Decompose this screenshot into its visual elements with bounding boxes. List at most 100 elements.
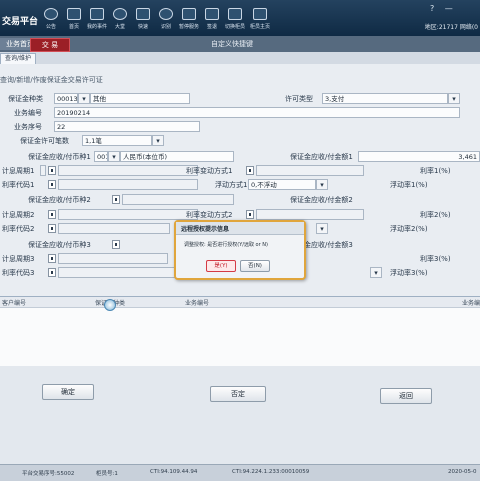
rate-code1-field[interactable] — [58, 179, 198, 190]
float-mode2-dropdown[interactable]: ▾ — [316, 223, 328, 234]
building-icon — [113, 8, 127, 20]
status-teller: 柜员号:1 — [96, 471, 118, 477]
rate2-label: 利率2(%) — [420, 211, 451, 219]
float-mode1-select[interactable]: 0,不浮动 — [248, 179, 316, 190]
grid-header-business-no-2[interactable]: 业务编 — [462, 298, 480, 307]
toolbar-notice-button[interactable]: 公告 — [40, 8, 62, 32]
deposit-type-code-field[interactable]: 00013 — [54, 93, 78, 104]
minimize-icon[interactable]: — — [445, 4, 453, 13]
float-mode1-dropdown[interactable]: ▾ — [316, 179, 328, 190]
business-no-label: 业务编号 — [14, 109, 42, 117]
grid-header-business-no[interactable]: 业务编号 — [185, 298, 209, 307]
logout-icon — [205, 8, 219, 20]
house-icon — [253, 8, 267, 20]
toolbar-home-button[interactable]: 首页 — [63, 8, 85, 32]
status-cti-2: CTI:94.224.1.233:00010059 — [232, 469, 310, 475]
dialog-message: 调整授权: 是否进行授权(Y/远取 or N) — [184, 242, 268, 248]
permit-count-select[interactable]: 1,1笔 — [82, 135, 152, 146]
permit-type-select[interactable]: 3,支付 — [322, 93, 448, 104]
rate-code2-label: 利率代码2 — [2, 225, 35, 233]
amount2-label: 保证金应收/付金额2 — [290, 196, 353, 204]
toolbar-switch-teller-button[interactable]: 切换柜员 — [224, 8, 246, 32]
toolbar-pause-button[interactable]: 暂停服务 — [178, 8, 200, 32]
dialog-no-button[interactable]: 否(N) — [240, 260, 270, 272]
currency1-label: 保证金应收/付币种1 — [28, 153, 91, 161]
float-rate3-label: 浮动率3(%) — [390, 269, 428, 277]
rate-change1-picker[interactable] — [246, 166, 254, 175]
tab-query-maintain[interactable]: 查询/维护 — [0, 53, 37, 64]
lightning-icon — [136, 8, 150, 20]
period3-picker[interactable] — [48, 254, 56, 263]
period1-label: 计息周期1 — [2, 167, 35, 175]
result-grid[interactable]: 客户编号 保证金种类 业务编号 业务编 — [0, 296, 480, 367]
form-title: 查询/新增/作废保证金交易许可证 — [0, 76, 103, 84]
period2-field[interactable] — [58, 209, 198, 220]
toolbar-events-button[interactable]: 我的事件 — [86, 8, 108, 32]
megaphone-icon — [44, 8, 58, 20]
back-button[interactable]: 返回 — [380, 388, 432, 404]
home-icon — [67, 8, 81, 20]
dialog-yes-button[interactable]: 是(Y) — [206, 260, 236, 272]
rate-code1-label: 利率代码1 — [2, 181, 35, 189]
main-tab-bar: 业务首页 交 易 自定义快捷键 — [0, 36, 480, 52]
rate-code1-picker[interactable] — [48, 180, 56, 189]
currency2-label: 保证金应收/付币种2 — [28, 196, 91, 204]
pause-icon — [182, 8, 196, 20]
currency2-field[interactable] — [122, 194, 234, 205]
permit-count-label: 保证金许可笔数 — [20, 137, 69, 145]
deny-button[interactable]: 否定 — [210, 386, 266, 402]
tab-shortcut[interactable]: 自定义快捷键 — [205, 38, 259, 50]
amount1-field[interactable]: 3,461 — [358, 151, 480, 162]
status-platform-seq: 平台交易序号:55002 — [22, 471, 75, 477]
window-controls: ? — — [430, 4, 461, 13]
deposit-type-name-field[interactable]: 其他 — [90, 93, 190, 104]
rate-change2-label: 利率变动方式2 — [186, 211, 233, 219]
rate-change1-field[interactable] — [256, 165, 364, 176]
toolbar-lobby-button[interactable]: 大堂 — [109, 8, 131, 32]
period2-label: 计息周期2 — [2, 211, 35, 219]
float-mode3-dropdown[interactable]: ▾ — [370, 267, 382, 278]
status-bar: 平台交易序号:55002 柜员号:1 CTI:94.109.44.94 CTI:… — [0, 464, 480, 481]
confirm-button[interactable]: 确定 — [42, 384, 94, 400]
toolbar-signout-button[interactable]: 签退 — [201, 8, 223, 32]
permit-type-dropdown[interactable]: ▾ — [448, 93, 460, 104]
rate-change2-field[interactable] — [256, 209, 364, 220]
period2-picker[interactable] — [48, 210, 56, 219]
help-icon[interactable]: ? — [430, 4, 434, 13]
period1-picker[interactable] — [48, 166, 56, 175]
rate-code2-picker[interactable] — [48, 224, 56, 233]
rate-change1-label: 利率变动方式1 — [186, 167, 233, 175]
switch-arrows-icon — [228, 8, 242, 20]
currency1-dropdown[interactable]: ▾ — [108, 151, 120, 162]
currency3-label: 保证金应收/付币种3 — [28, 241, 91, 249]
person-icon — [159, 8, 173, 20]
rate-code3-picker[interactable] — [48, 268, 56, 277]
period3-field[interactable] — [58, 253, 168, 264]
grid-header-customer-no[interactable]: 客户编号 — [2, 298, 26, 307]
rate-change2-picker[interactable] — [246, 210, 254, 219]
app-title: 交易平台 — [2, 17, 39, 27]
business-seq-field[interactable]: 22 — [54, 121, 200, 132]
rate-code2-field[interactable] — [58, 223, 170, 234]
toolbar-identify-button[interactable]: 识别 — [155, 8, 177, 32]
region-info: 地区:21717 网络(0 — [424, 24, 478, 31]
permit-count-dropdown[interactable]: ▾ — [152, 135, 164, 146]
rate3-label: 利率3(%) — [420, 255, 451, 263]
currency1-code-field[interactable]: 001 — [94, 151, 108, 162]
period1-field[interactable] — [40, 165, 46, 176]
tab-trade[interactable]: 交 易 — [30, 38, 70, 52]
period1-value-field[interactable] — [58, 165, 198, 176]
toolbar-quick-button[interactable]: 快速 — [132, 8, 154, 32]
remote-auth-dialog: 远程授权提示信息 调整授权: 是否进行授权(Y/远取 or N) 是(Y) 否(… — [174, 220, 306, 280]
currency3-picker[interactable] — [112, 240, 120, 249]
currency2-picker[interactable] — [112, 195, 120, 204]
top-toolbar: 交易平台 公告 首页 我的事件 大堂 快速 识别 暂停服务 签退 切换柜员 柜员… — [0, 0, 480, 36]
grid-header: 客户编号 保证金种类 业务编号 业务编 — [0, 297, 480, 308]
float-rate1-label: 浮动率1(%) — [390, 181, 428, 189]
deposit-type-dropdown[interactable]: ▾ — [78, 93, 90, 104]
business-no-field[interactable]: 20190214 — [54, 107, 460, 118]
dialog-title-bar: 远程授权提示信息 — [176, 222, 304, 235]
currency1-name-field[interactable]: 人民币(本位币) — [120, 151, 234, 162]
toolbar-teller-home-button[interactable]: 柜员主页 — [249, 8, 271, 32]
permit-type-label: 许可类型 — [285, 95, 313, 103]
